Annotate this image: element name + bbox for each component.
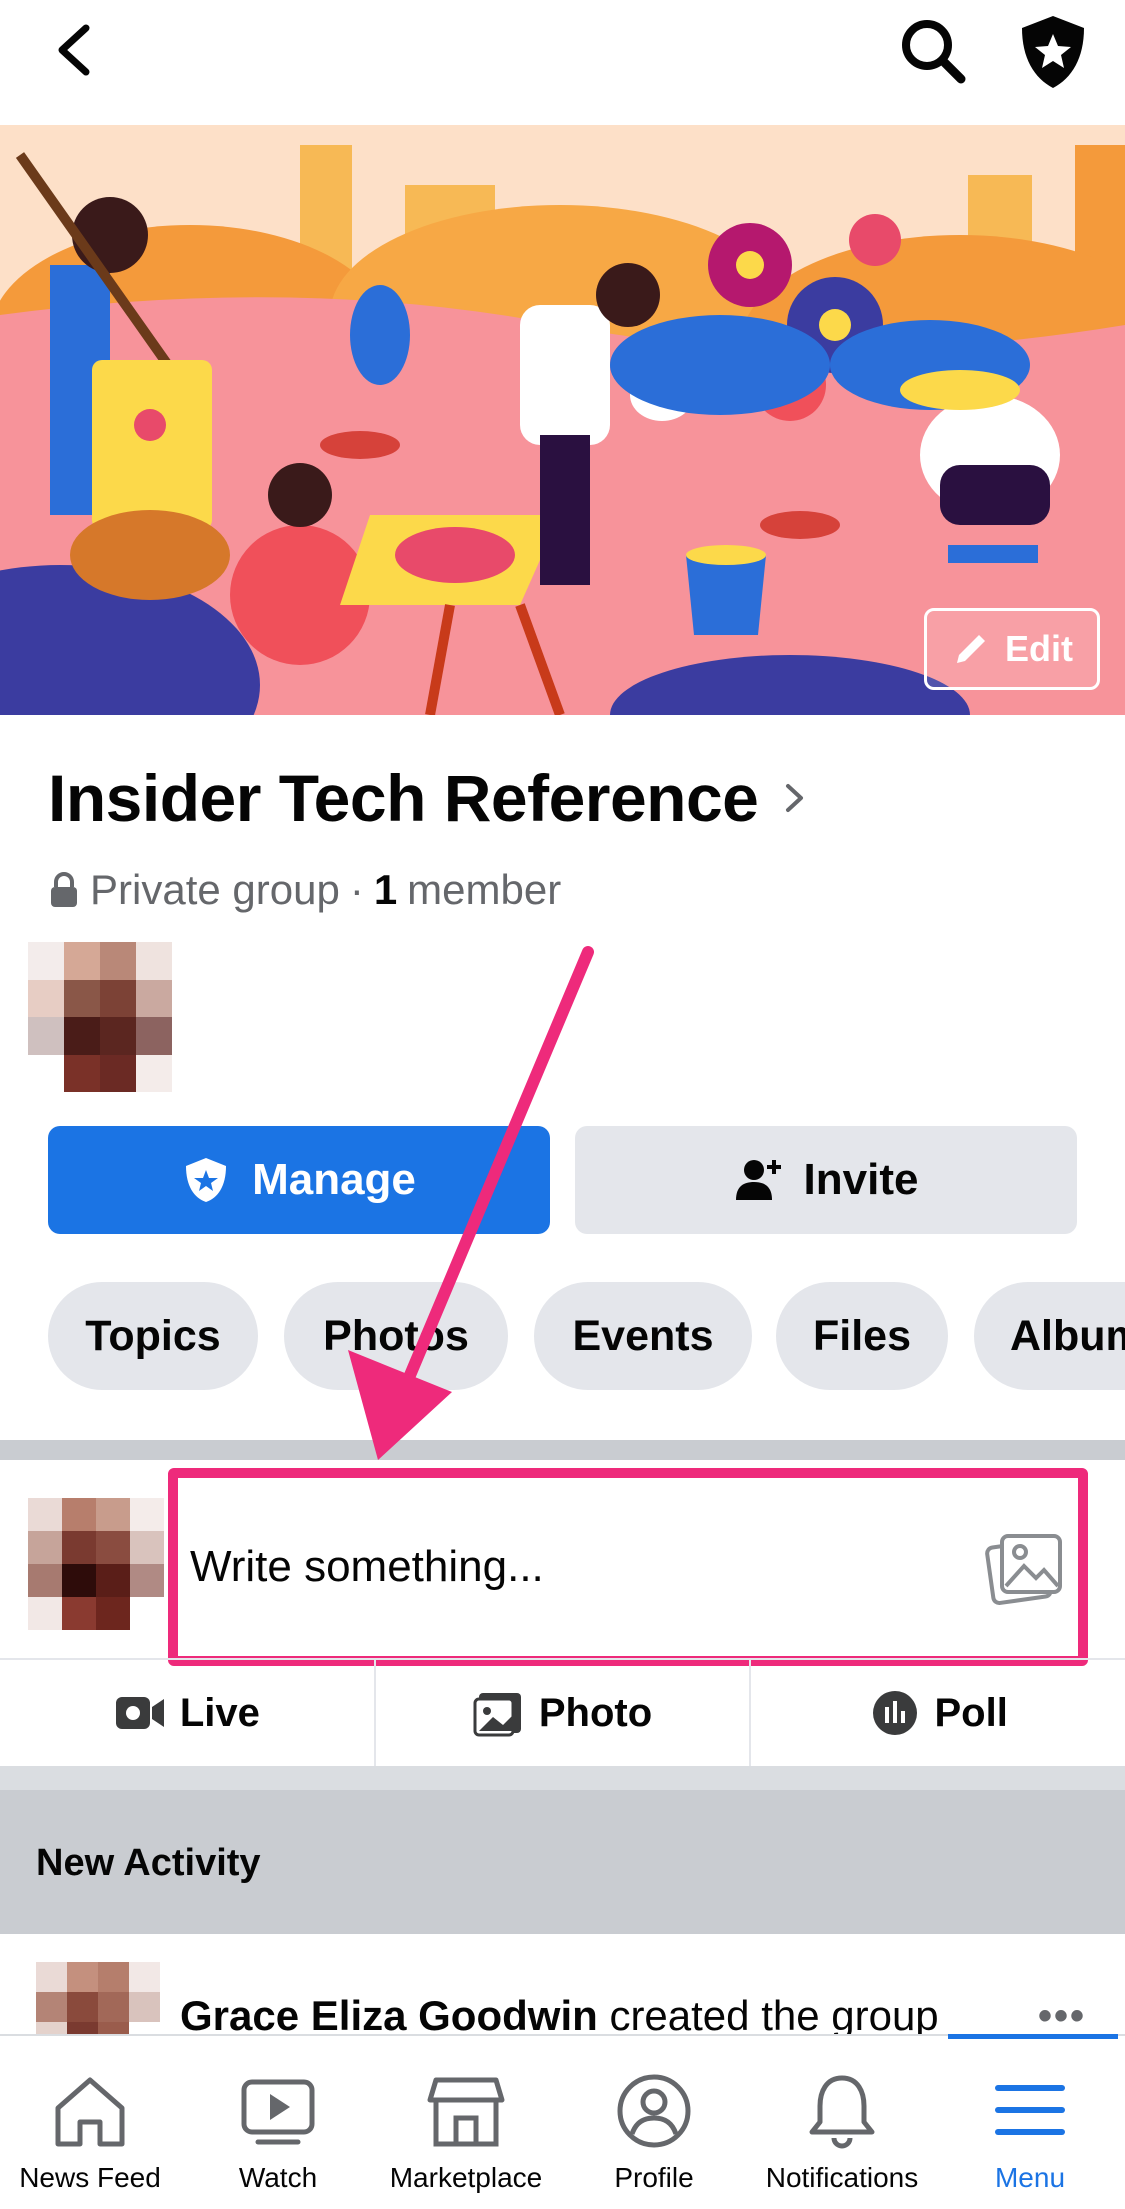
tab-news-feed[interactable]: News Feed [0, 2072, 184, 2209]
activity-actor[interactable]: Grace Eliza Goodwin [180, 1992, 598, 2034]
admin-shield-icon[interactable] [1018, 14, 1088, 90]
composer-placeholder: Write something... [190, 1542, 544, 1591]
section-divider [0, 1440, 1125, 1460]
meta-separator: · [349, 866, 364, 913]
edit-cover-label: Edit [1005, 628, 1073, 669]
group-tabs-scroller[interactable]: Topics Photos Events Files Albums [48, 1282, 1125, 1390]
admin-shield-icon [186, 1158, 227, 1202]
chevron-right-icon [786, 784, 804, 812]
section-divider [0, 1766, 1125, 1790]
tab-marketplace[interactable]: Marketplace [372, 2072, 560, 2209]
chip-topics[interactable]: Topics [48, 1282, 258, 1390]
activity-item[interactable]: Grace Eliza Goodwin created the group ••… [0, 1934, 1125, 2034]
cover-photo: Edit [0, 125, 1125, 715]
tab-watch[interactable]: Watch [184, 2072, 372, 2209]
activity-avatar [36, 1962, 160, 2034]
tab-label: Notifications [765, 2162, 919, 2193]
tab-profile[interactable]: Profile [560, 2072, 748, 2209]
pencil-icon [957, 635, 985, 663]
more-options-icon[interactable]: ••• [1038, 1994, 1086, 2034]
top-bar [0, 0, 1125, 125]
new-activity-header: New Activity [0, 1790, 1125, 1934]
group-title-link[interactable]: Insider Tech Reference [48, 760, 808, 836]
bell-icon [809, 2075, 875, 2149]
poll-icon [872, 1691, 917, 1735]
tab-label: Marketplace [389, 2162, 543, 2193]
chip-photos[interactable]: Photos [284, 1282, 508, 1390]
video-camera-icon [115, 1697, 164, 1729]
storefront-icon [427, 2077, 505, 2147]
tab-label: News Feed [19, 2162, 161, 2193]
member-word: member [407, 866, 562, 913]
privacy-label: Private group [90, 866, 340, 913]
group-meta: Private group · 1 member [48, 866, 561, 914]
manage-label: Manage [252, 1155, 416, 1204]
manage-button[interactable]: Manage [48, 1126, 550, 1234]
member-count: 1 [373, 866, 398, 913]
home-icon [55, 2077, 125, 2147]
tab-notifications[interactable]: Notifications [748, 2072, 936, 2209]
add-person-icon [735, 1160, 781, 1200]
chip-events[interactable]: Events [534, 1282, 752, 1390]
composer-actions: Live Photo Poll [0, 1658, 1125, 1766]
new-activity-title: New Activity [36, 1842, 261, 1884]
bottom-tab-bar: News Feed Watch Marketplace Profile Noti… [0, 2034, 1125, 2209]
group-name: Insider Tech Reference [48, 761, 759, 835]
tab-label: Watch [238, 2162, 318, 2193]
poll-button[interactable]: Poll [751, 1660, 1125, 1766]
photo-icon [473, 1693, 521, 1737]
member-avatar[interactable] [28, 942, 172, 1092]
profile-icon [617, 2074, 691, 2148]
search-icon[interactable] [898, 16, 968, 86]
back-chevron-icon[interactable] [48, 20, 108, 80]
poll-label: Poll [934, 1690, 1008, 1735]
live-button[interactable]: Live [0, 1660, 376, 1766]
hamburger-menu-icon [995, 2085, 1065, 2135]
activity-text: Grace Eliza Goodwin created the group [180, 1992, 939, 2034]
chip-albums[interactable]: Albums [974, 1282, 1125, 1390]
photo-button[interactable]: Photo [376, 1660, 752, 1766]
watch-play-icon [241, 2079, 315, 2145]
composer-avatar [28, 1498, 164, 1630]
photo-label: Photo [538, 1690, 653, 1735]
chip-files[interactable]: Files [776, 1282, 948, 1390]
invite-button[interactable]: Invite [575, 1126, 1077, 1234]
lock-icon [51, 872, 77, 907]
live-label: Live [179, 1690, 260, 1735]
edit-cover-button[interactable]: Edit [924, 608, 1100, 690]
invite-label: Invite [803, 1155, 919, 1204]
tab-menu[interactable]: Menu [936, 2072, 1124, 2209]
add-photo-icon[interactable] [984, 1530, 1064, 1606]
active-tab-indicator [948, 2034, 1118, 2039]
activity-action: created the group [609, 1992, 939, 2034]
tab-label: Menu [994, 2162, 1066, 2193]
tab-label: Profile [614, 2162, 694, 2193]
write-something-input[interactable]: Write something... [168, 1468, 1088, 1666]
